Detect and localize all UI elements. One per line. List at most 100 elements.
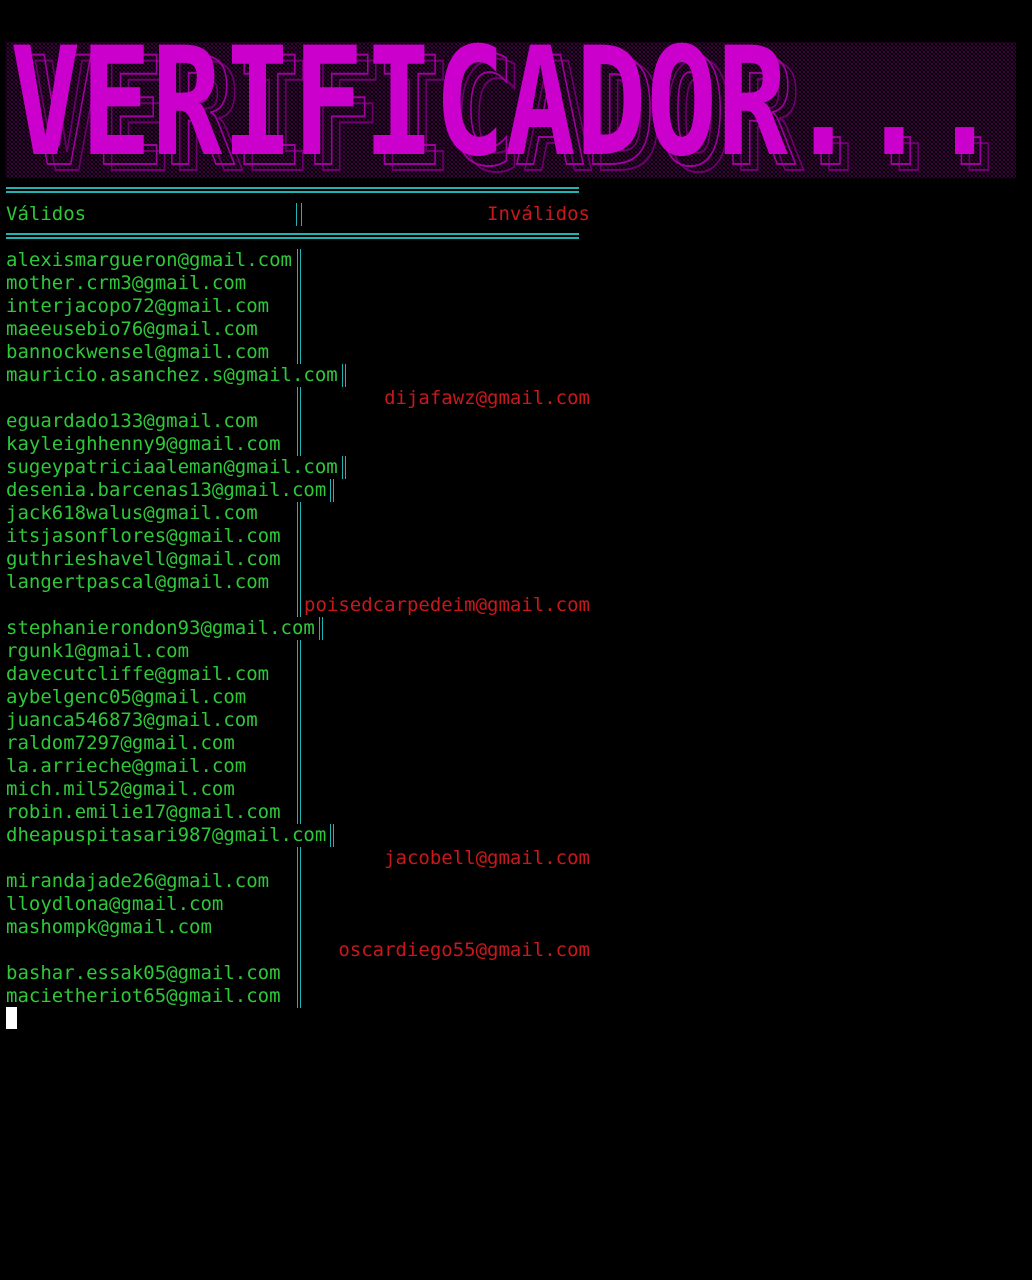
valid-email: rgunk1@gmail.com bbox=[6, 640, 190, 662]
column-separator bbox=[297, 916, 301, 939]
list-item: itsjasonflores@gmail.com bbox=[6, 525, 596, 548]
valid-email: juanca546873@gmail.com bbox=[6, 709, 258, 731]
header-bottom-rule bbox=[6, 233, 579, 239]
valid-email: guthrieshavell@gmail.com bbox=[6, 548, 281, 570]
column-separator bbox=[297, 272, 301, 295]
valid-email: bashar.essak05@gmail.com bbox=[6, 962, 281, 984]
valid-email: maeeusebio76@gmail.com bbox=[6, 318, 258, 340]
valid-email: stephanierondon93@gmail.com bbox=[6, 617, 315, 639]
list-item: guthrieshavell@gmail.com bbox=[6, 548, 596, 571]
column-separator bbox=[297, 801, 301, 824]
column-separator bbox=[297, 893, 301, 916]
list-item: mich.mil52@gmail.com bbox=[6, 778, 596, 801]
terminal-cursor bbox=[6, 1007, 17, 1029]
valid-email: itsjasonflores@gmail.com bbox=[6, 525, 281, 547]
valid-email: kayleighhenny9@gmail.com bbox=[6, 433, 281, 455]
column-separator bbox=[318, 617, 323, 640]
list-item: dheapuspitasari987@gmail.com bbox=[6, 824, 596, 847]
column-separator bbox=[297, 663, 301, 686]
column-separator bbox=[297, 594, 301, 617]
column-separator bbox=[297, 732, 301, 755]
column-separator bbox=[297, 249, 301, 272]
list-item: macietheriot65@gmail.com bbox=[6, 985, 596, 1008]
valid-email: desenia.barcenas13@gmail.com bbox=[6, 479, 327, 501]
column-separator bbox=[297, 341, 301, 364]
valid-email: langertpascal@gmail.com bbox=[6, 571, 270, 593]
column-separator bbox=[297, 295, 301, 318]
list-item: mashompk@gmail.com bbox=[6, 916, 596, 939]
valid-column-header: Válidos bbox=[6, 203, 87, 225]
column-separator bbox=[297, 571, 301, 594]
list-item: juanca546873@gmail.com bbox=[6, 709, 596, 732]
list-item: oscardiego55@gmail.com bbox=[6, 939, 596, 962]
invalid-email: jacobell@gmail.com bbox=[384, 847, 590, 869]
list-item: bashar.essak05@gmail.com bbox=[6, 962, 596, 985]
list-item: kayleighhenny9@gmail.com bbox=[6, 433, 596, 456]
results-list: alexismargueron@gmail.com mother.crm3@gma… bbox=[6, 249, 596, 1008]
list-item: alexismargueron@gmail.com bbox=[6, 249, 596, 272]
valid-email: mashompk@gmail.com bbox=[6, 916, 212, 938]
list-item: rgunk1@gmail.com bbox=[6, 640, 596, 663]
valid-email: robin.emilie17@gmail.com bbox=[6, 801, 281, 823]
ascii-banner: VERIFICADOR... VERIFICADOR... VERIFICADO… bbox=[6, 42, 1016, 178]
list-item: robin.emilie17@gmail.com bbox=[6, 801, 596, 824]
valid-email: raldom7297@gmail.com bbox=[6, 732, 235, 754]
valid-email: macietheriot65@gmail.com bbox=[6, 985, 281, 1007]
valid-email: mother.crm3@gmail.com bbox=[6, 272, 247, 294]
column-separator bbox=[297, 525, 301, 548]
header-top-rule bbox=[6, 187, 579, 193]
list-item: aybelgenc05@gmail.com bbox=[6, 686, 596, 709]
list-item: mirandajade26@gmail.com bbox=[6, 870, 596, 893]
valid-email: sugeypatriciaaleman@gmail.com bbox=[6, 456, 338, 478]
list-item: davecutcliffe@gmail.com bbox=[6, 663, 596, 686]
list-item: jack618walus@gmail.com bbox=[6, 502, 596, 525]
column-separator bbox=[297, 870, 301, 893]
invalid-email: oscardiego55@gmail.com bbox=[338, 939, 590, 961]
valid-email: jack618walus@gmail.com bbox=[6, 502, 258, 524]
column-separator bbox=[297, 962, 301, 985]
valid-email: lloydlona@gmail.com bbox=[6, 893, 224, 915]
list-item: mauricio.asanchez.s@gmail.com bbox=[6, 364, 596, 387]
column-separator bbox=[297, 686, 301, 709]
invalid-email: dijafawz@gmail.com bbox=[384, 387, 590, 409]
column-separator bbox=[297, 985, 301, 1008]
column-separator bbox=[297, 939, 301, 962]
list-item: dijafawz@gmail.com bbox=[6, 387, 596, 410]
list-item: eguardado133@gmail.com bbox=[6, 410, 596, 433]
list-item: sugeypatriciaaleman@gmail.com bbox=[6, 456, 596, 479]
column-separator bbox=[341, 456, 346, 479]
valid-email: bannockwensel@gmail.com bbox=[6, 341, 270, 363]
column-separator bbox=[297, 709, 301, 732]
list-item: raldom7297@gmail.com bbox=[6, 732, 596, 755]
list-item: lloydlona@gmail.com bbox=[6, 893, 596, 916]
column-separator bbox=[297, 548, 301, 571]
valid-email: la.arrieche@gmail.com bbox=[6, 755, 247, 777]
banner-title-art: VERIFICADOR... VERIFICADOR... VERIFICADO… bbox=[10, 42, 1015, 178]
column-separator bbox=[297, 640, 301, 663]
list-item: bannockwensel@gmail.com bbox=[6, 341, 596, 364]
list-item: poisedcarpedeim@gmail.com bbox=[6, 594, 596, 617]
column-separator bbox=[297, 755, 301, 778]
terminal-window: VERIFICADOR... VERIFICADOR... VERIFICADO… bbox=[0, 0, 1032, 1280]
valid-email: dheapuspitasari987@gmail.com bbox=[6, 824, 327, 846]
column-separator bbox=[297, 387, 301, 410]
valid-email: davecutcliffe@gmail.com bbox=[6, 663, 270, 685]
banner-title: VERIFICADOR... bbox=[10, 42, 1000, 178]
column-separator bbox=[341, 364, 346, 387]
column-separator bbox=[296, 203, 302, 226]
list-item: langertpascal@gmail.com bbox=[6, 571, 596, 594]
column-separator bbox=[330, 479, 334, 502]
valid-email: mirandajade26@gmail.com bbox=[6, 870, 270, 892]
column-separator bbox=[297, 318, 301, 341]
valid-email: interjacopo72@gmail.com bbox=[6, 295, 270, 317]
valid-email: mich.mil52@gmail.com bbox=[6, 778, 235, 800]
valid-email: eguardado133@gmail.com bbox=[6, 410, 258, 432]
list-item: mother.crm3@gmail.com bbox=[6, 272, 596, 295]
list-item: la.arrieche@gmail.com bbox=[6, 755, 596, 778]
invalid-email: poisedcarpedeim@gmail.com bbox=[304, 594, 590, 616]
valid-email: aybelgenc05@gmail.com bbox=[6, 686, 247, 708]
column-separator bbox=[297, 410, 301, 433]
list-item: interjacopo72@gmail.com bbox=[6, 295, 596, 318]
column-separator bbox=[297, 433, 301, 456]
list-item: stephanierondon93@gmail.com bbox=[6, 617, 596, 640]
